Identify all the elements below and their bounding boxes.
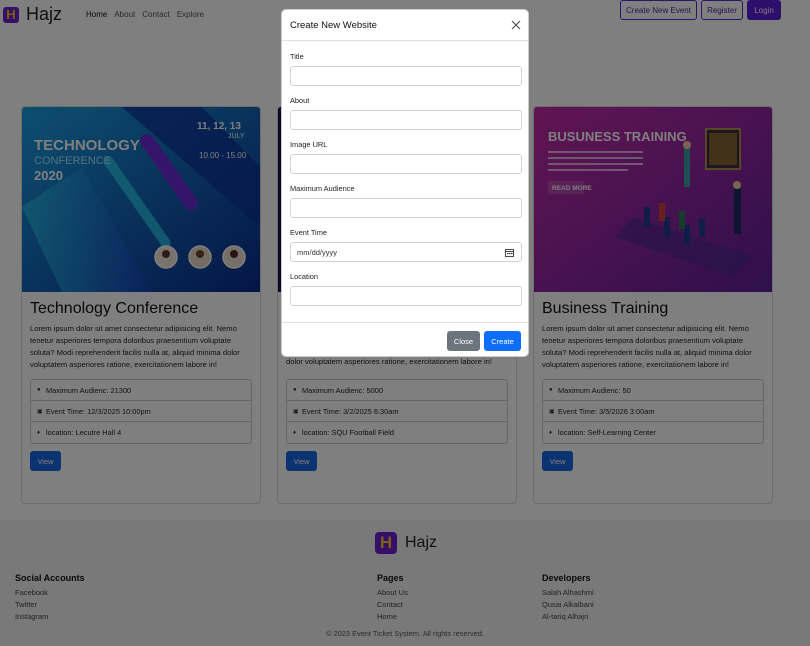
close-button[interactable]: Close: [447, 331, 480, 351]
about-label: About: [290, 96, 310, 105]
create-website-modal: Create New Website Title About Image URL…: [281, 9, 529, 357]
close-icon[interactable]: [511, 20, 521, 30]
title-input[interactable]: [290, 66, 522, 86]
about-input[interactable]: [290, 110, 522, 130]
audience-input[interactable]: [290, 198, 522, 218]
modal-header: Create New Website: [282, 10, 528, 41]
image-url-label: Image URL: [290, 140, 328, 149]
title-label: Title: [290, 52, 304, 61]
date-placeholder: mm/dd/yyyy: [297, 248, 338, 257]
event-time-input[interactable]: mm/dd/yyyy: [290, 242, 522, 262]
location-label: Location: [290, 272, 318, 281]
location-input[interactable]: [290, 286, 522, 306]
modal-footer: Close Create: [282, 322, 528, 357]
event-time-label: Event Time: [290, 228, 327, 237]
modal-title: Create New Website: [290, 20, 377, 31]
create-button[interactable]: Create: [484, 331, 521, 351]
audience-label: Maximum Audience: [290, 184, 355, 193]
calendar-icon[interactable]: [505, 248, 514, 257]
image-url-input[interactable]: [290, 154, 522, 174]
